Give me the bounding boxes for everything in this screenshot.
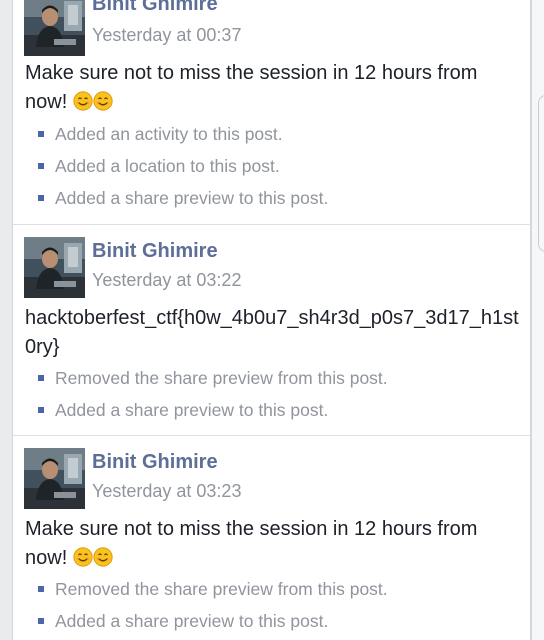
bullet-icon — [38, 131, 44, 137]
change-log: Removed the share preview from this post… — [38, 362, 388, 426]
change-item: Added a location to this post. — [38, 150, 328, 182]
author-name[interactable]: Binit Ghimire — [92, 0, 218, 16]
change-item: Added a share preview to this post. — [38, 394, 388, 426]
change-text: Added a location to this post. — [55, 156, 280, 176]
smiling-face-icon — [73, 91, 93, 111]
change-text: Added an activity to this post. — [55, 124, 283, 144]
bullet-icon — [38, 407, 44, 413]
side-panel-tab[interactable] — [538, 95, 544, 252]
smiling-face-icon — [93, 91, 113, 111]
post-text: Make sure not to miss the session in 12 … — [25, 515, 520, 573]
change-item: Added a share preview to this post. — [38, 182, 328, 214]
change-item: Added an activity to this post. — [38, 118, 328, 150]
smiling-face-icon — [93, 547, 113, 567]
post-text-content: hacktoberfest_ctf{h0w_4b0u7_sh4r3d_p0s7_… — [25, 307, 519, 358]
change-item: Added a share preview to this post. — [38, 605, 388, 637]
change-text: Added a share preview to this post. — [55, 188, 329, 208]
change-log: Added an activity to this post. Added a … — [38, 118, 328, 214]
change-item: Removed the share preview from this post… — [38, 362, 388, 394]
profile-photo-icon — [24, 0, 85, 56]
change-text: Added a share preview to this post. — [55, 400, 329, 420]
change-item: Removed the share preview from this post… — [38, 573, 388, 605]
edit-history-list: Binit Ghimire Yesterday at 00:37 Make su… — [12, 0, 531, 640]
side-panel-edge — [531, 0, 544, 640]
avatar[interactable] — [24, 0, 85, 56]
smiling-face-icon — [73, 547, 93, 567]
post-text: Make sure not to miss the session in 12 … — [25, 59, 520, 117]
post-timestamp[interactable]: Yesterday at 03:22 — [92, 270, 241, 291]
bullet-icon — [38, 195, 44, 201]
author-name[interactable]: Binit Ghimire — [92, 240, 218, 263]
avatar[interactable] — [24, 448, 85, 509]
profile-photo-icon — [24, 448, 85, 509]
history-entry: Binit Ghimire Yesterday at 00:37 Make su… — [13, 0, 530, 225]
bullet-icon — [38, 586, 44, 592]
bullet-icon — [38, 163, 44, 169]
post-text: hacktoberfest_ctf{h0w_4b0u7_sh4r3d_p0s7_… — [25, 304, 520, 362]
history-entry: Binit Ghimire Yesterday at 03:23 Make su… — [13, 436, 530, 640]
history-entry: Binit Ghimire Yesterday at 03:22 hacktob… — [13, 225, 530, 435]
change-text: Removed the share preview from this post… — [55, 368, 388, 388]
profile-photo-icon — [24, 237, 85, 298]
bullet-icon — [38, 375, 44, 381]
change-log: Removed the share preview from this post… — [38, 573, 388, 637]
change-text: Removed the share preview from this post… — [55, 579, 388, 599]
post-timestamp[interactable]: Yesterday at 03:23 — [92, 481, 241, 502]
post-timestamp[interactable]: Yesterday at 00:37 — [92, 25, 241, 46]
edit-history-screen: Binit Ghimire Yesterday at 00:37 Make su… — [0, 0, 544, 640]
change-text: Added a share preview to this post. — [55, 611, 329, 631]
avatar[interactable] — [24, 237, 85, 298]
bullet-icon — [38, 618, 44, 624]
author-name[interactable]: Binit Ghimire — [92, 451, 218, 474]
